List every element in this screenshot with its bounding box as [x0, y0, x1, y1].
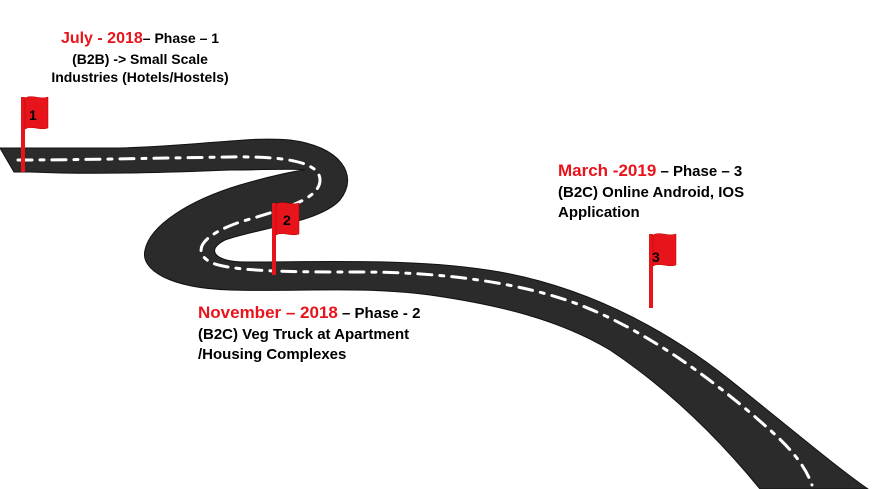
phase-2-title: – Phase - 2: [342, 305, 421, 322]
phase-1-title: – Phase – 1: [142, 30, 220, 46]
phase-1-label: July - 2018– Phase – 1 (B2B) -> Small Sc…: [30, 28, 250, 87]
flag-3: 3: [649, 233, 677, 308]
flag-1-number: 1: [29, 107, 37, 123]
phase-3-date: March -2019: [558, 161, 657, 180]
phase-3-title: – Phase – 3: [660, 163, 743, 180]
roadmap-diagram: 1 2 3 July - 2018– Phase – 1 (B2B) -> Sm…: [0, 0, 890, 489]
flag-2-number: 2: [283, 212, 291, 228]
phase-1-line-1: (B2B) -> Small Scale: [72, 50, 208, 67]
phase-3-line-1: (B2C) Online Android, IOS: [558, 183, 745, 201]
phase-1-date: July - 2018: [60, 30, 143, 47]
phase-2-date: November – 2018: [198, 303, 338, 322]
phase-1-line-2: Industries (Hotels/Hostels): [51, 69, 229, 86]
phase-2-line-2: /Housing Complexes: [198, 346, 347, 364]
phase-3-line-2: Application: [558, 204, 640, 222]
phase-2-label: November – 2018 – Phase - 2 (B2C) Veg Tr…: [198, 302, 420, 365]
phase-3-label: March -2019 – Phase – 3 (B2C) Online And…: [558, 160, 744, 223]
phase-2-line-1: (B2C) Veg Truck at Apartment: [198, 325, 410, 343]
flag-3-number: 3: [652, 249, 660, 265]
